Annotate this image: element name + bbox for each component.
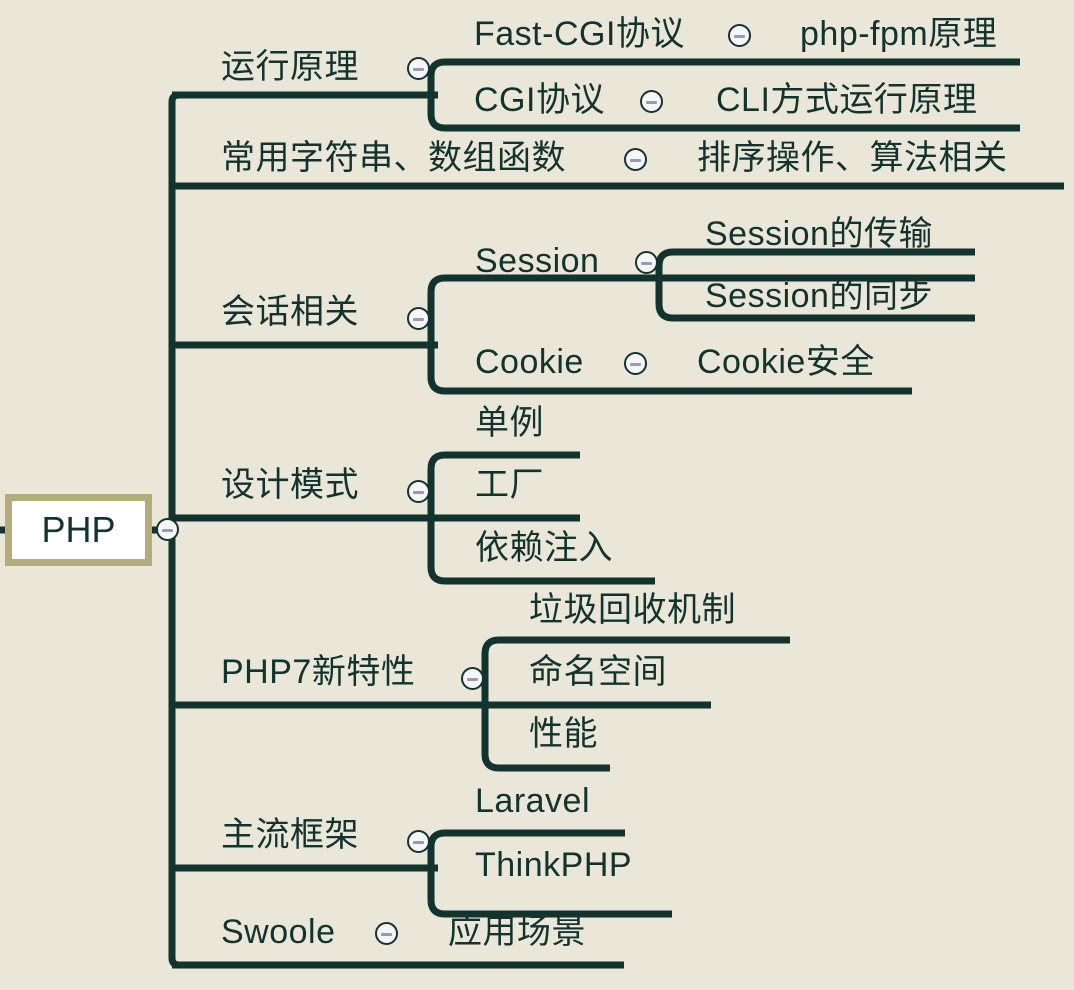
node-label-sheji-moshi[interactable]: 设计模式 [221,468,359,502]
node-label-session[interactable]: Session [475,244,599,278]
toggle-cookie[interactable] [624,352,647,375]
node-label-cli-fangshi-yunxing-yuanli[interactable]: CLI方式运行原理 [716,83,977,117]
node-label-fast-cgi-xieyi[interactable]: Fast-CGI协议 [474,17,685,51]
node-label-session-de-tongbu[interactable]: Session的同步 [705,279,933,313]
node-label-zhuliu-kuangjia[interactable]: 主流框架 [221,818,359,852]
toggle-session[interactable] [635,251,658,274]
root-node[interactable]: PHP [5,494,152,566]
node-label-yilai-zhuru[interactable]: 依赖注入 [475,531,613,565]
node-label-php-fpm-yuanli[interactable]: php-fpm原理 [800,17,997,51]
toggle-fast-cgi-xieyi[interactable] [728,24,751,47]
node-label-thinkphp[interactable]: ThinkPHP [475,848,632,882]
node-label-session-de-chuanshu[interactable]: Session的传输 [705,217,933,251]
node-label-cgi-xieyi[interactable]: CGI协议 [474,83,605,117]
node-label-xingneng[interactable]: 性能 [529,717,598,751]
mind-map-canvas: PHP 运行原理 Fast-CGI协议 php-fpm原理 CGI协议 CLI方… [0,0,1074,990]
node-label-php7-xintexing[interactable]: PHP7新特性 [221,655,415,689]
node-label-huihua-xiangguan[interactable]: 会话相关 [221,295,359,329]
node-label-cookie-anquan[interactable]: Cookie安全 [697,345,875,379]
node-label-yunxingyuanli[interactable]: 运行原理 [221,50,359,84]
root-node-label: PHP [41,509,116,550]
toggle-root[interactable] [156,518,179,541]
node-label-laravel[interactable]: Laravel [475,784,590,818]
toggle-cgi-xieyi[interactable] [640,90,663,113]
node-label-yingyong-changjing[interactable]: 应用场景 [448,915,586,949]
toggle-php7-xintexing[interactable] [461,667,484,690]
node-label-laji-huishou-jizhi[interactable]: 垃圾回收机制 [529,593,736,627]
node-label-cookie[interactable]: Cookie [475,345,584,379]
node-label-gongchang[interactable]: 工厂 [475,468,544,502]
toggle-changyong-hanshu[interactable] [624,148,647,171]
node-label-mingming-kongjian[interactable]: 命名空间 [529,655,667,689]
node-label-swoole[interactable]: Swoole [221,915,336,949]
toggle-sheji-moshi[interactable] [407,480,430,503]
toggle-huihua-xiangguan[interactable] [407,307,430,330]
toggle-zhuliu-kuangjia[interactable] [407,830,430,853]
node-label-danli[interactable]: 单例 [475,406,544,440]
node-label-paixu-suanfa[interactable]: 排序操作、算法相关 [697,141,1008,175]
toggle-swoole[interactable] [375,922,398,945]
node-label-changyong-hanshu[interactable]: 常用字符串、数组函数 [221,141,566,175]
toggle-yunxingyuanli[interactable] [407,57,430,80]
